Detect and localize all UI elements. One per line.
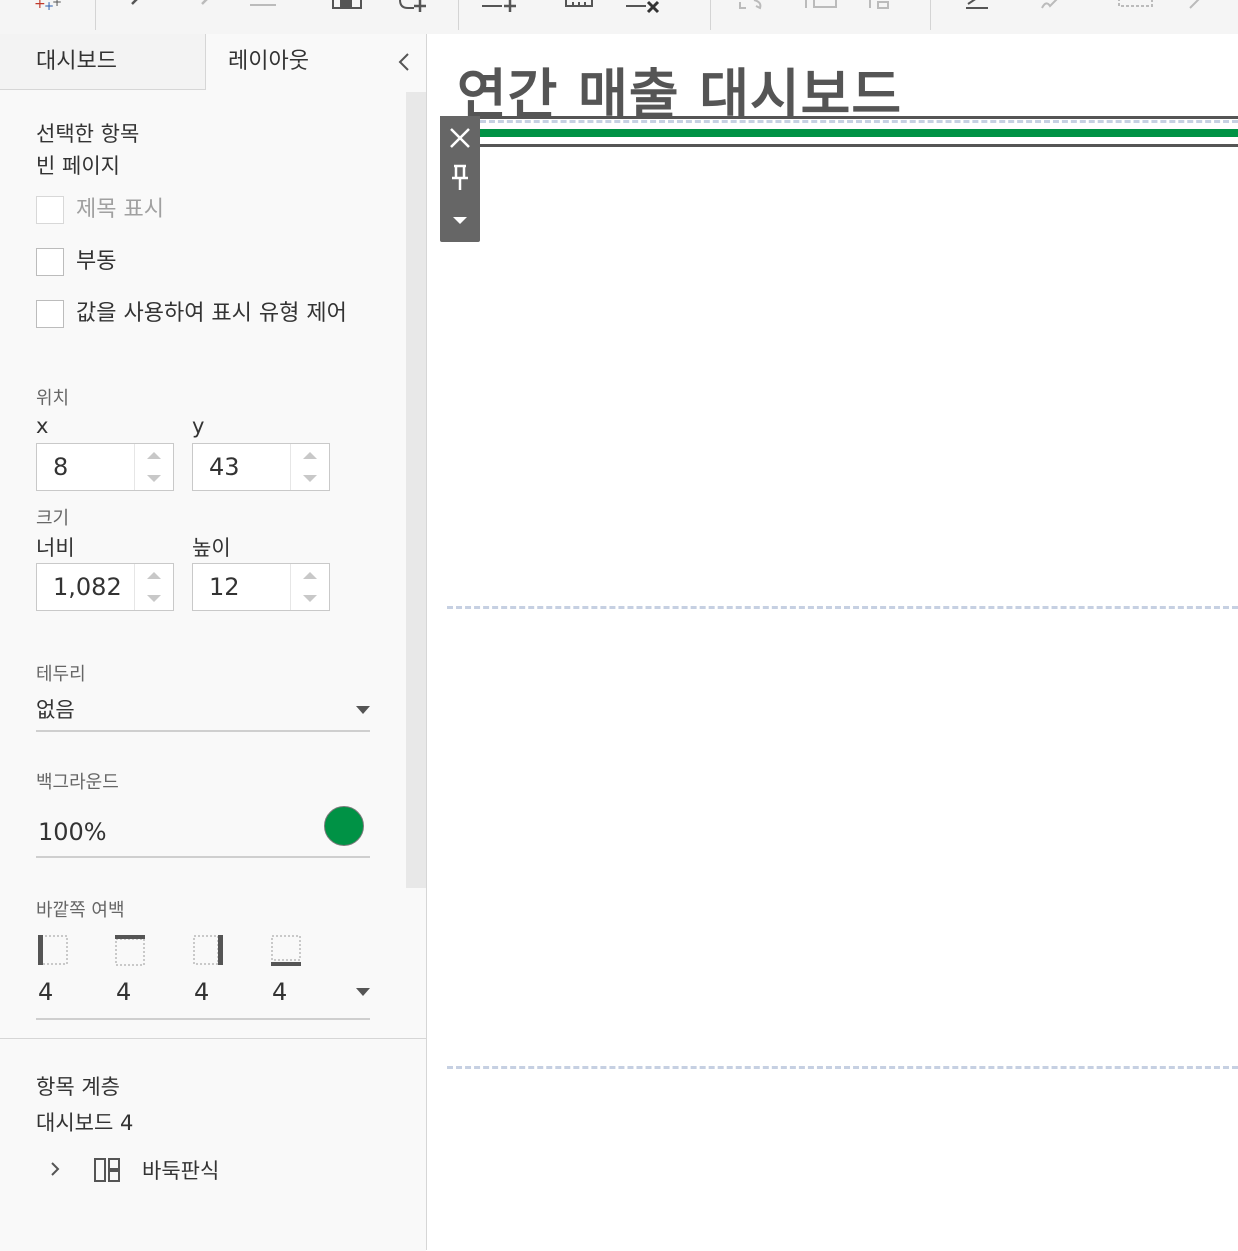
toolbar-separator xyxy=(710,0,711,30)
decrement-icon[interactable] xyxy=(303,595,317,602)
width-stepper-arrows[interactable] xyxy=(134,564,173,610)
dashed-box-icon[interactable] xyxy=(1116,0,1153,14)
y-stepper[interactable]: 43 xyxy=(192,443,330,491)
selected-item-header: 선택한 항목 xyxy=(36,122,140,146)
height-label: 높이 xyxy=(192,536,231,560)
redo-icon[interactable] xyxy=(196,0,232,14)
toolbar-separator xyxy=(95,0,96,30)
background-color-swatch[interactable] xyxy=(324,806,364,846)
highlight-icon[interactable] xyxy=(962,0,998,14)
add-items-icon[interactable]: + + + xyxy=(30,0,66,14)
layout-guide xyxy=(480,120,1238,123)
new-worksheet-icon[interactable] xyxy=(396,0,432,14)
border-label: 테두리 xyxy=(36,664,86,685)
control-visibility-checkbox[interactable] xyxy=(36,300,64,328)
x-stepper-arrows[interactable] xyxy=(134,444,173,490)
chevron-right-icon[interactable] xyxy=(46,1159,66,1179)
y-value[interactable]: 43 xyxy=(209,444,240,490)
toolbar-separator xyxy=(930,0,931,30)
increment-icon[interactable] xyxy=(147,572,161,579)
decrement-icon[interactable] xyxy=(147,595,161,602)
toolbar: + + + xyxy=(0,0,1238,34)
floating-label: 부동 xyxy=(76,249,117,274)
item-hierarchy: 항목 계층 대시보드 4 바둑판식 xyxy=(0,1038,426,1251)
delete-icon[interactable] xyxy=(624,0,660,14)
border-dropdown[interactable]: 없음 xyxy=(36,690,370,732)
size-label: 크기 xyxy=(36,508,70,529)
hierarchy-root[interactable]: 대시보드 4 xyxy=(36,1107,133,1137)
sort-desc-icon[interactable] xyxy=(864,0,900,14)
collapse-panel-icon[interactable] xyxy=(392,48,418,76)
panel-scrollbar[interactable] xyxy=(406,92,426,888)
padding-bottom-value: 4 xyxy=(272,978,288,1006)
svg-text:+: + xyxy=(52,0,62,9)
x-label: x xyxy=(36,414,49,438)
increment-icon[interactable] xyxy=(303,452,317,459)
selected-item-name: 빈 페이지 xyxy=(36,154,120,178)
width-label: 너비 xyxy=(36,536,75,560)
increment-icon[interactable] xyxy=(303,572,317,579)
height-stepper-arrows[interactable] xyxy=(290,564,329,610)
hierarchy-label: 항목 계층 xyxy=(36,1075,120,1099)
decrement-icon[interactable] xyxy=(303,475,317,482)
pin-icon[interactable] xyxy=(440,158,480,198)
more-options-icon[interactable] xyxy=(440,200,480,240)
layout-guide xyxy=(447,606,1238,609)
tab-layout[interactable]: 레이아웃 xyxy=(206,34,386,90)
new-dashboard-icon[interactable] xyxy=(480,0,516,14)
chevron-down-icon[interactable] xyxy=(356,988,370,996)
padding-right-value: 4 xyxy=(194,978,210,1006)
show-title-label: 제목 표시 xyxy=(76,197,164,222)
selection-top-line xyxy=(480,116,1238,119)
chevron-down-icon[interactable] xyxy=(356,706,370,714)
y-stepper-arrows[interactable] xyxy=(290,444,329,490)
width-stepper[interactable]: 1,082 xyxy=(36,563,174,611)
panel-tabs: 대시보드 레이아웃 xyxy=(0,34,426,92)
minus-icon[interactable] xyxy=(246,0,282,14)
layout-panel: 대시보드 레이아웃 선택한 항목 빈 페이지 제목 표시 부동 값을 사용하여 … xyxy=(0,34,427,1251)
show-title-checkbox xyxy=(36,196,64,224)
decrement-icon[interactable] xyxy=(147,475,161,482)
floating-checkbox[interactable] xyxy=(36,248,64,276)
green-divider[interactable] xyxy=(480,129,1238,137)
control-visibility-label: 값을 사용하여 표시 유형 제어 xyxy=(76,301,347,326)
pin-icon[interactable] xyxy=(1184,0,1220,14)
remove-icon[interactable] xyxy=(440,118,480,158)
x-value[interactable]: 8 xyxy=(53,444,68,490)
background-label: 백그라운드 xyxy=(36,772,119,793)
width-value[interactable]: 1,082 xyxy=(53,564,122,610)
background-opacity: 100% xyxy=(38,818,107,846)
outer-padding-label: 바깥쪽 여백 xyxy=(36,900,125,921)
tiled-layout-icon xyxy=(94,1155,124,1185)
object-toolbar xyxy=(440,116,480,242)
padding-top-value: 4 xyxy=(116,978,132,1006)
link-icon[interactable] xyxy=(1036,0,1072,14)
padding-left-value: 4 xyxy=(38,978,54,1006)
height-stepper[interactable]: 12 xyxy=(192,563,330,611)
hierarchy-item-tiled[interactable]: 바둑판식 xyxy=(142,1155,219,1185)
increment-icon[interactable] xyxy=(147,452,161,459)
x-stepper[interactable]: 8 xyxy=(36,443,174,491)
background-field[interactable]: 100% xyxy=(36,804,370,858)
clear-icon[interactable] xyxy=(562,0,598,14)
swap-icon[interactable] xyxy=(736,0,772,14)
selection-bottom-line xyxy=(480,144,1238,147)
toolbar-separator xyxy=(458,0,459,30)
sort-asc-icon[interactable] xyxy=(800,0,837,14)
border-value: 없음 xyxy=(36,698,75,722)
tab-dashboard[interactable]: 대시보드 xyxy=(0,34,206,90)
save-icon[interactable] xyxy=(330,0,366,14)
position-label: 위치 xyxy=(36,388,70,409)
dashboard-canvas[interactable]: 연간 매출 대시보드 xyxy=(427,34,1238,1250)
padding-top-icon xyxy=(114,934,146,966)
y-label: y xyxy=(192,414,205,438)
padding-bottom-icon xyxy=(270,934,302,966)
padding-left-icon xyxy=(36,934,68,966)
layout-guide xyxy=(447,1066,1238,1069)
undo-icon[interactable] xyxy=(120,0,156,14)
outer-padding-dropdown[interactable]: 4 4 4 4 xyxy=(36,972,370,1020)
padding-right-icon xyxy=(192,934,224,966)
height-value[interactable]: 12 xyxy=(209,564,240,610)
